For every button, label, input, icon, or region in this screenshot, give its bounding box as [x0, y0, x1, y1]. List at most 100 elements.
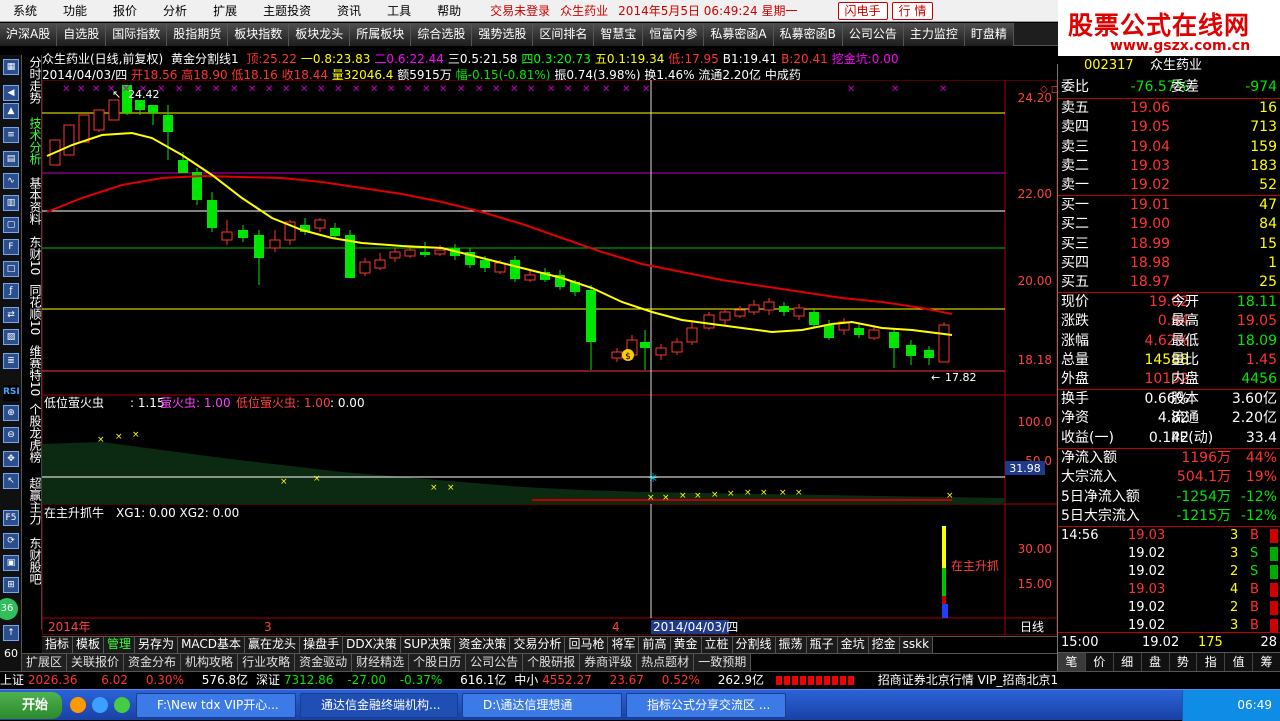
toolbar-btn-3[interactable]: 股指期货: [167, 23, 229, 46]
menu-tools[interactable]: 工具: [374, 0, 424, 22]
ext-tab-5[interactable]: 资金驱动: [295, 654, 353, 671]
indicator-tab-21[interactable]: sskk: [899, 637, 934, 653]
toolbar-btn-9[interactable]: 区间排名: [533, 23, 595, 46]
bid-row[interactable]: 买三 18.99 15: [1058, 235, 1280, 254]
arrow-left-icon[interactable]: ◀: [3, 85, 19, 101]
indicator-tab-0[interactable]: 指标: [42, 637, 74, 653]
trade-login-status[interactable]: 交易未登录: [490, 2, 550, 19]
ext-tab-1[interactable]: 关联报价: [67, 654, 125, 671]
toolbar-btn-12[interactable]: 私募密函A: [704, 23, 774, 46]
toolbar-btn-6[interactable]: 所属板块: [350, 23, 412, 46]
tab-dragon-tiger[interactable]: 个股龙虎榜: [25, 403, 42, 463]
toolbar-btn-16[interactable]: 盯盘精: [964, 23, 1014, 46]
indicator-tab-19[interactable]: 金坑: [837, 637, 869, 653]
indicator-tab-2[interactable]: 管理: [104, 637, 136, 653]
sync-icon[interactable]: ⟳: [3, 533, 19, 549]
toolbar-btn-10[interactable]: 智慧宝: [594, 23, 644, 46]
task-explorer-1[interactable]: F:\New tdx VIP开心...: [136, 693, 296, 718]
task-explorer-2[interactable]: D:\通达信理想通: [462, 693, 622, 718]
indicator-tab-17[interactable]: 振荡: [775, 637, 807, 653]
chart-line-icon[interactable]: ∿: [3, 173, 19, 189]
broker-server[interactable]: 招商证券北京行情 VIP_招商北京1: [878, 673, 1058, 687]
up-arrow-icon[interactable]: ↑: [3, 625, 19, 641]
ext-tab-6[interactable]: 财经精选: [352, 654, 410, 671]
menu-help[interactable]: 帮助: [424, 0, 474, 22]
toolbar-btn-13[interactable]: 私募密函B: [773, 23, 843, 46]
toolbar-btn-4[interactable]: 板块指数: [228, 23, 290, 46]
zx-index-label[interactable]: 中小: [514, 673, 538, 687]
indicator-tab-20[interactable]: 挖金: [868, 637, 900, 653]
tab-tonghuashun10[interactable]: 同花顺10: [25, 284, 42, 335]
ext-tab-4[interactable]: 行业攻略: [238, 654, 296, 671]
bid-row[interactable]: 买五 18.97 25: [1058, 273, 1280, 292]
menu-quote[interactable]: 报价: [100, 0, 150, 22]
compare-icon[interactable]: ⇄: [3, 307, 19, 323]
bid-row[interactable]: 买一 19.01 47: [1058, 196, 1280, 215]
tab-dongcai10[interactable]: 东财10: [25, 236, 42, 275]
tab-main-force[interactable]: 超赢主力: [25, 477, 42, 525]
toolbar-btn-1[interactable]: 自选股: [57, 23, 107, 46]
sub1-title[interactable]: 低位萤火虫: [44, 395, 104, 410]
layers-icon[interactable]: ▣: [3, 555, 19, 571]
ask-row[interactable]: 卖四 19.05 713: [1058, 118, 1280, 137]
indicator-tab-16[interactable]: 分割线: [732, 637, 776, 653]
ext-tab-3[interactable]: 机构攻略: [181, 654, 239, 671]
quote-tab-2[interactable]: 细: [1113, 653, 1142, 671]
kline-chart[interactable]: ✕ ✕ ✕ ✕ ✕ ✕ ✕ ✕ ✕ ✕ ✕ ✕ ✕ ✕ ✕ ✕ ✕ ✕ ✕ ✕ ✕ ✕ ✕ ✕ ✕ ✕ ✕ ✕ ✕ ✕ ✕ ✕ ✕ ✕ ✕ ✕ ✕ 24…: [42, 80, 1057, 635]
document-icon[interactable]: ▢: [3, 217, 19, 233]
toolbar-btn-15[interactable]: 主力监控: [903, 23, 965, 46]
quicklaunch-icon-2[interactable]: [92, 697, 108, 713]
sub2-title[interactable]: 在主升抓牛: [44, 505, 104, 520]
indicator-tab-3[interactable]: 另存为: [135, 637, 179, 653]
indicator-tab-8[interactable]: SUP决策: [400, 637, 456, 653]
indicator-tab-9[interactable]: 资金决策: [455, 637, 511, 653]
quote-tab-0[interactable]: 笔: [1058, 653, 1086, 671]
quicklaunch-icon-3[interactable]: [114, 697, 130, 713]
start-button[interactable]: 开始: [0, 692, 62, 719]
indicator-tab-6[interactable]: 操盘手: [300, 637, 344, 653]
indicator-tab-10[interactable]: 交易分析: [510, 637, 566, 653]
system-tray[interactable]: 06:49: [1182, 690, 1280, 721]
toolbar-btn-2[interactable]: 国际指数: [106, 23, 168, 46]
indicator-tab-12[interactable]: 将军: [608, 637, 640, 653]
flash-trade-button[interactable]: 闪电手: [837, 1, 888, 20]
menu-extend[interactable]: 扩展: [200, 0, 250, 22]
bid-row[interactable]: 买二 19.00 84: [1058, 215, 1280, 234]
list-icon[interactable]: ≡: [3, 127, 19, 143]
task-tdx-terminal[interactable]: 通达信金融终端机构...: [300, 693, 458, 718]
sh-index-label[interactable]: 上证: [0, 673, 24, 687]
quicklaunch-icon-1[interactable]: [70, 697, 86, 713]
toolbar-btn-14[interactable]: 公司公告: [842, 23, 904, 46]
tab-intraday[interactable]: 分时走势: [25, 56, 42, 104]
ask-row[interactable]: 卖二 19.03 183: [1058, 157, 1280, 176]
indicator-tab-1[interactable]: 模板: [73, 637, 105, 653]
quote-tab-6[interactable]: 值: [1225, 653, 1254, 671]
toolbar-btn-7[interactable]: 综合选股: [411, 23, 473, 46]
task-browser[interactable]: 指标公式分享交流区 ...: [626, 693, 786, 718]
bid-row[interactable]: 买四 18.98 1: [1058, 254, 1280, 273]
ext-tab-9[interactable]: 个股研报: [523, 654, 581, 671]
menu-function[interactable]: 功能: [50, 0, 100, 22]
indicator-tab-13[interactable]: 前高: [639, 637, 671, 653]
toolbar-btn-0[interactable]: 沪深A股: [0, 23, 58, 46]
quote-tab-4[interactable]: 势: [1169, 653, 1198, 671]
tab-weisaite10[interactable]: 维赛特10: [25, 345, 42, 396]
indicator-tab-5[interactable]: 赢在龙头: [245, 637, 301, 653]
indicator-tab-18[interactable]: 瓶子: [806, 637, 838, 653]
table-icon[interactable]: ▤: [3, 151, 19, 167]
indicator-tab-7[interactable]: DDX决策: [343, 637, 401, 653]
grid-icon[interactable]: ▦: [3, 59, 19, 75]
indicator-tab-11[interactable]: 回马枪: [565, 637, 609, 653]
tab-technical[interactable]: 技术分析: [25, 117, 42, 165]
arrow-up-icon[interactable]: ▲: [3, 103, 19, 119]
formula-icon[interactable]: ƒ: [3, 283, 19, 299]
menu-news[interactable]: 资讯: [324, 0, 374, 22]
ext-tab-0[interactable]: 扩展区: [22, 654, 68, 671]
f10-icon[interactable]: F: [3, 239, 19, 255]
ext-tab-8[interactable]: 公司公告: [466, 654, 524, 671]
stats-icon[interactable]: ▨: [3, 329, 19, 345]
tab-stock-forum[interactable]: 东财股吧: [25, 537, 42, 585]
ext-tab-2[interactable]: 资金分布: [124, 654, 182, 671]
period-label[interactable]: 日线: [1020, 620, 1044, 634]
ext-tab-11[interactable]: 热点题材: [637, 654, 695, 671]
